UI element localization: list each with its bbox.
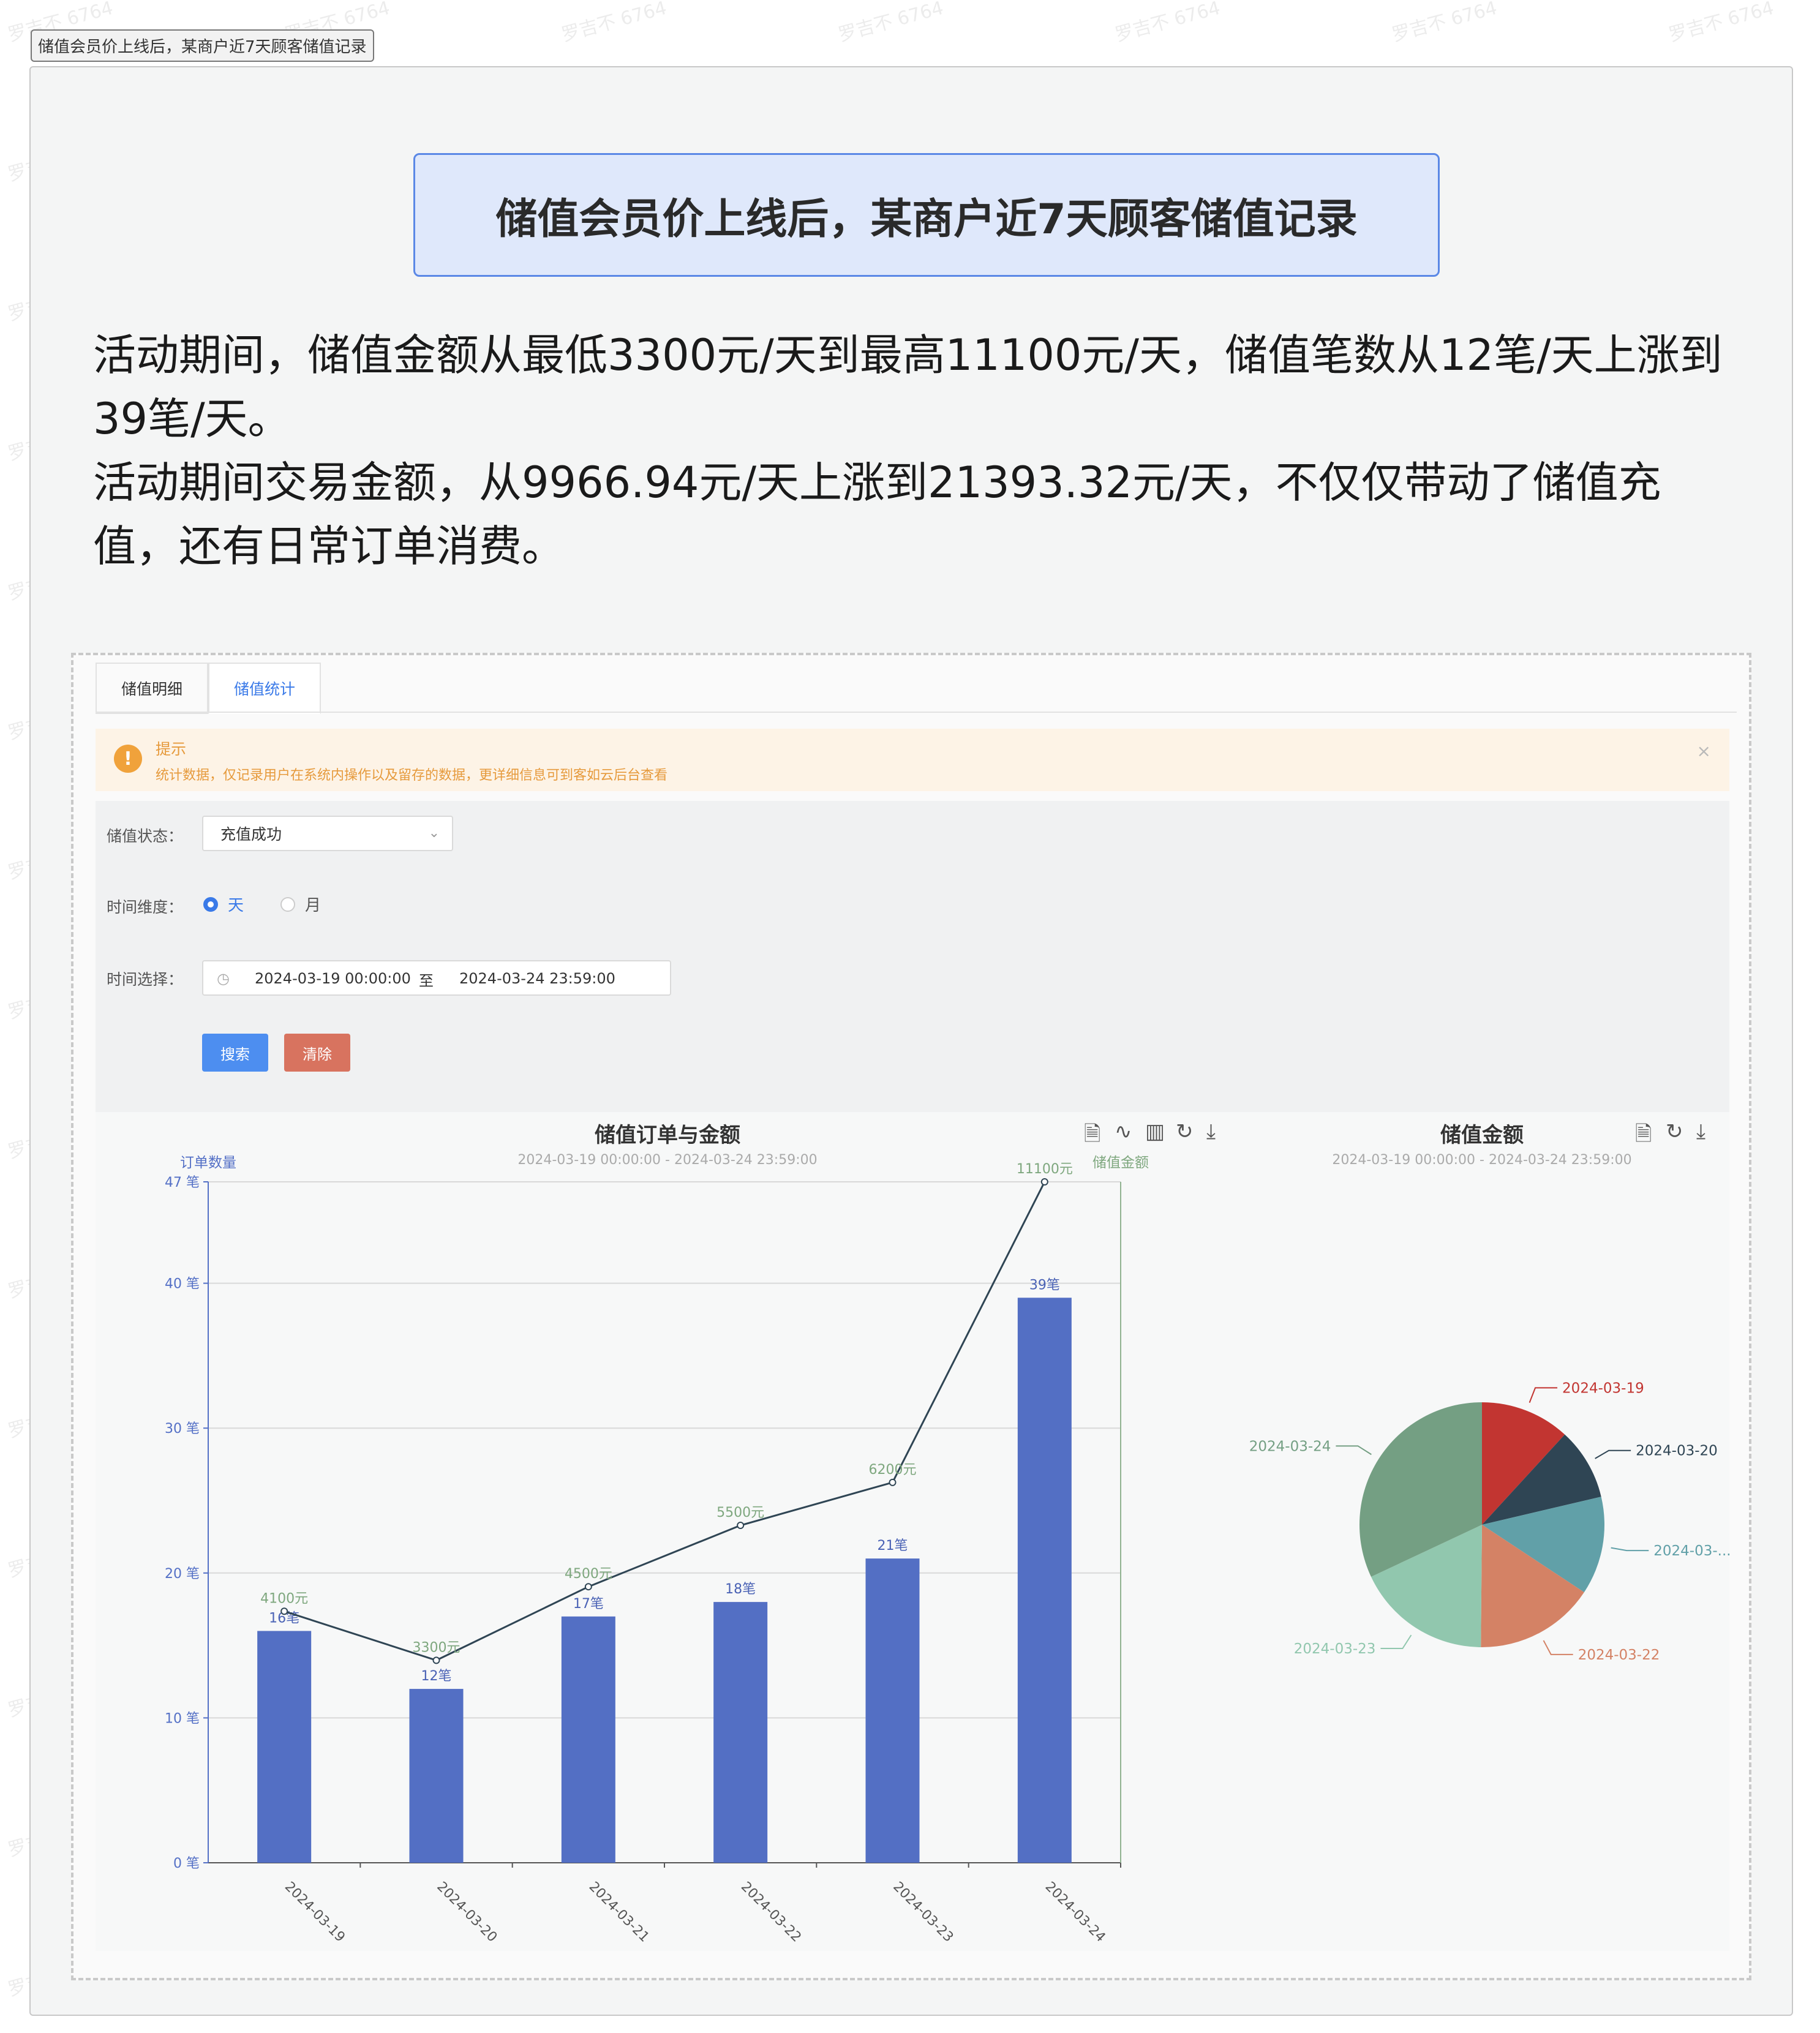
line-data-label: 3300元 xyxy=(413,1640,461,1655)
line-data-label: 5500元 xyxy=(716,1505,764,1520)
bar-chart: 0 笔10 笔20 笔30 笔40 笔47 笔16笔2024-03-1912笔2… xyxy=(165,1162,1121,1945)
y-tick-label: 0 笔 xyxy=(173,1856,200,1871)
y-tick-label: 20 笔 xyxy=(165,1566,200,1582)
line-data-label: 6200元 xyxy=(869,1462,917,1478)
y-tick-label: 40 笔 xyxy=(165,1277,200,1292)
y2-axis-label: 储值金额 xyxy=(1092,1155,1149,1171)
pie-slice-label: 2024-03-20 xyxy=(1636,1443,1718,1459)
bar xyxy=(865,1558,920,1863)
y-tick-label: 30 笔 xyxy=(165,1421,200,1437)
bar-data-label: 17笔 xyxy=(573,1596,604,1612)
charts-svg: 订单数量 储值金额 0 笔10 笔20 笔30 笔40 笔47 笔16笔2024… xyxy=(165,1155,1731,1945)
pie-label-line xyxy=(1380,1634,1412,1650)
pie-label-line xyxy=(1595,1449,1631,1459)
x-tick-label: 2024-03-19 xyxy=(282,1879,348,1945)
line-point xyxy=(584,1583,592,1591)
bar xyxy=(713,1602,768,1863)
pie-label-line xyxy=(1543,1640,1573,1655)
pie-label-line xyxy=(1336,1445,1372,1456)
pie-slice-label: 2024-03-23 xyxy=(1294,1641,1376,1657)
pie-slice-label: 2024-03-... xyxy=(1653,1543,1731,1559)
line-data-label: 11100元 xyxy=(1017,1162,1073,1177)
line-point xyxy=(737,1522,745,1530)
bar xyxy=(409,1689,464,1863)
line-series xyxy=(284,1181,1046,1662)
x-tick-label: 2024-03-21 xyxy=(586,1879,652,1945)
bar-data-label: 21笔 xyxy=(878,1538,908,1554)
bar-data-label: 39笔 xyxy=(1029,1277,1060,1293)
line-point xyxy=(280,1607,288,1615)
y-tick-label: 47 笔 xyxy=(165,1175,200,1190)
x-tick-label: 2024-03-22 xyxy=(738,1879,804,1945)
pie-slice-label: 2024-03-22 xyxy=(1578,1647,1660,1663)
bar-data-label: 18笔 xyxy=(725,1582,756,1597)
line-point xyxy=(1040,1178,1048,1186)
bar-data-label: 12笔 xyxy=(421,1669,452,1684)
line-data-label: 4100元 xyxy=(260,1591,308,1606)
pie-label-line xyxy=(1529,1387,1558,1403)
pie-slice-label: 2024-03-24 xyxy=(1249,1438,1331,1454)
x-tick-label: 2024-03-23 xyxy=(890,1879,956,1945)
pie-label-line xyxy=(1611,1547,1649,1552)
pie-chart: 2024-03-19 2024-03-20 2024-03-... 2024-03-2… xyxy=(1249,1380,1731,1663)
line-data-label: 4500元 xyxy=(565,1566,612,1582)
bar xyxy=(1017,1298,1072,1863)
x-tick-label: 2024-03-24 xyxy=(1042,1879,1108,1945)
bar xyxy=(561,1616,615,1863)
x-tick-label: 2024-03-20 xyxy=(434,1879,500,1945)
line-point xyxy=(889,1478,897,1486)
y-axis-label: 订单数量 xyxy=(180,1155,236,1171)
line-point xyxy=(432,1656,440,1664)
y-tick-label: 10 笔 xyxy=(165,1711,200,1726)
bar xyxy=(257,1631,312,1863)
pie-slice-label: 2024-03-19 xyxy=(1562,1380,1644,1396)
